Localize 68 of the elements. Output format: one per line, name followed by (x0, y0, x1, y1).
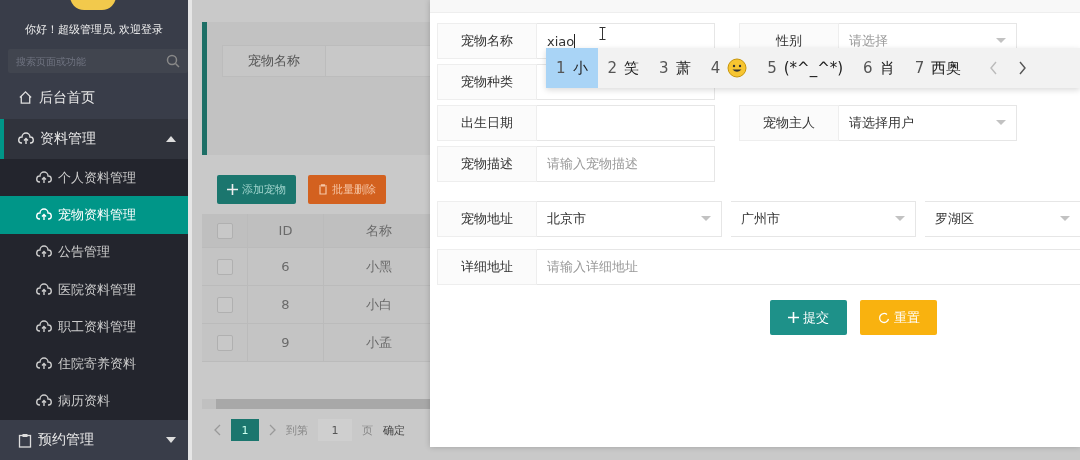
cloud-upload-icon (36, 394, 52, 409)
select-field[interactable]: 广州市 (731, 201, 916, 237)
input-field[interactable] (537, 105, 715, 141)
nav-group[interactable]: 资料管理 (0, 119, 188, 159)
table-cell: 9 (248, 324, 324, 361)
table-cell: 6 (248, 248, 324, 285)
refresh-icon (877, 311, 890, 324)
checkbox[interactable] (216, 222, 233, 239)
field-label: 出生日期 (437, 105, 537, 141)
field-label: 宠物主人 (739, 105, 839, 141)
table-cell-text: 小白 (365, 295, 393, 314)
caret-up-icon (166, 135, 176, 142)
page-unit: 页 (362, 422, 373, 438)
confirm-button[interactable]: 确定 (383, 422, 405, 438)
clipboard-icon (18, 432, 32, 448)
field-label: 宠物描述 (437, 146, 537, 182)
field-label: 宠物名称 (222, 45, 326, 77)
nav-subitem[interactable]: 医院资料管理 (0, 270, 188, 309)
nav-subitem[interactable]: 宠物资料管理 (0, 196, 188, 234)
page-button[interactable]: 1 (231, 419, 259, 441)
column-header: ID (248, 214, 324, 247)
cloud-upload-icon (36, 207, 52, 222)
goto-label: 到第 (286, 422, 308, 438)
trash-icon (318, 184, 328, 195)
checkbox[interactable] (216, 258, 233, 275)
ime-candidate[interactable]: 1 小 (546, 48, 598, 88)
cloud-upload-icon (36, 170, 52, 185)
nav-group[interactable]: 预约管理 (0, 420, 188, 460)
table-cell-text: 小黑 (365, 257, 393, 276)
column-header: 名称 (365, 221, 393, 240)
field-label: 详细地址 (437, 249, 537, 285)
cloud-upload-icon (18, 131, 34, 146)
avatar (70, 0, 116, 10)
plus-icon (227, 184, 238, 195)
page-input[interactable]: 1 (318, 419, 352, 441)
nav-item[interactable]: 后台首页 (0, 77, 188, 119)
select-field[interactable]: 请选择用户 (839, 105, 1017, 141)
text-cursor-icon (599, 27, 606, 40)
select-field[interactable]: 北京市 (537, 201, 722, 237)
plus-icon (788, 312, 799, 323)
cloud-upload-icon (36, 319, 52, 334)
caret-down-icon (166, 437, 176, 444)
table-cell: 8 (248, 286, 324, 323)
submit-button[interactable]: 提交 (770, 300, 847, 335)
field-label: 宠物种类 (437, 64, 537, 100)
field-label: 宠物地址 (437, 201, 537, 237)
nav-subitem[interactable]: 个人资料管理 (0, 158, 188, 197)
field-label: 宠物名称 (437, 23, 537, 59)
checkbox[interactable] (216, 296, 233, 313)
caret-down-icon (1060, 216, 1070, 222)
home-icon (18, 90, 33, 106)
cloud-upload-icon (36, 357, 52, 372)
cloud-upload-icon (36, 282, 52, 297)
chevron-left-icon[interactable] (214, 424, 221, 436)
caret-down-icon (996, 120, 1006, 126)
cloud-upload-icon (36, 245, 52, 260)
chevron-right-icon[interactable] (1017, 61, 1028, 75)
nav-subitem[interactable]: 住院寄养资料 (0, 345, 188, 383)
nav-subitem[interactable]: 病历资料 (0, 382, 188, 421)
caret-down-icon (895, 216, 905, 222)
select-field[interactable]: 罗湖区 (925, 201, 1080, 237)
nav-subitem[interactable]: 公告管理 (0, 233, 188, 271)
checkbox[interactable] (216, 334, 233, 351)
greeting-text: 你好！超级管理员, 欢迎登录 (23, 22, 165, 37)
caret-down-icon (701, 216, 711, 222)
smiley-icon (727, 58, 748, 78)
table-cell-text: 小孟 (365, 333, 393, 352)
nav-subitem[interactable]: 职工资料管理 (0, 308, 188, 346)
